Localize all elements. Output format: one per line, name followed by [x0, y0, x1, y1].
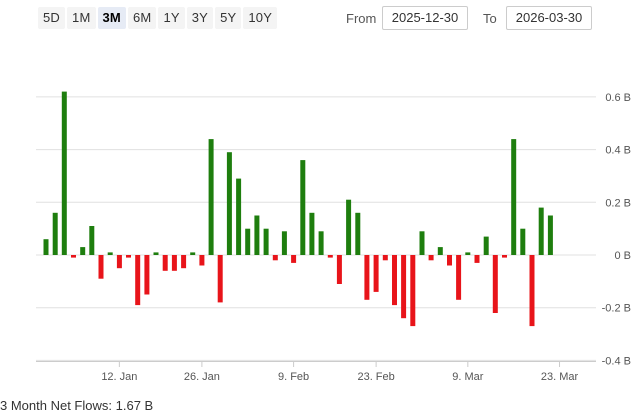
flow-bar	[43, 239, 49, 255]
x-tick-label: 9. Feb	[278, 371, 309, 383]
y-tick-label: -0.4 B	[602, 355, 631, 367]
flow-bar	[502, 255, 507, 258]
net-flows-label: 3 Month Net Flows:	[0, 398, 112, 413]
flow-bar	[511, 139, 517, 255]
flow-bar	[281, 231, 287, 255]
flow-bar	[116, 255, 122, 269]
flow-bar	[547, 215, 553, 255]
flow-bar	[89, 226, 95, 255]
flow-bar	[465, 252, 471, 255]
flow-bar	[272, 255, 278, 261]
flow-bar	[318, 231, 324, 255]
flow-bar	[300, 160, 306, 255]
flow-bar	[208, 139, 214, 255]
flow-bar	[355, 212, 361, 255]
flow-bar	[153, 252, 159, 255]
flow-bar	[245, 228, 251, 255]
flow-bar	[428, 255, 434, 261]
y-tick-label: 0 B	[614, 250, 631, 262]
flow-bar	[410, 255, 416, 327]
x-tick-label: 23. Mar	[541, 371, 579, 383]
flow-bar	[126, 255, 131, 258]
flow-bar	[336, 255, 342, 284]
flow-bar	[373, 255, 379, 292]
flow-bar	[327, 255, 333, 258]
flow-bar	[254, 215, 260, 255]
flow-bar	[483, 236, 489, 255]
x-tick-label: 23. Feb	[357, 371, 394, 383]
flow-bar	[263, 228, 269, 255]
flow-bar	[529, 255, 535, 327]
flow-bar	[401, 255, 407, 319]
flow-bar	[236, 178, 242, 255]
y-tick-label: 0.2 B	[605, 197, 631, 209]
x-tick-label: 26. Jan	[184, 371, 220, 383]
flow-bar	[107, 252, 113, 255]
flow-bar	[437, 247, 443, 255]
flow-bar	[291, 255, 297, 263]
net-flows-summary: 3 Month Net Flows: 1.67 B	[0, 398, 153, 413]
flow-bar	[364, 255, 370, 300]
net-flows-chart: 0.6 B 0.4 B 0.2 B 0 B -0.2 B -0.4 B 12. Jan 26.…	[36, 91, 631, 383]
flow-bar	[538, 207, 544, 255]
flow-bar	[71, 255, 76, 258]
flow-bar	[171, 255, 177, 271]
flow-bar	[520, 228, 526, 255]
flow-bar	[144, 255, 150, 295]
y-tick-label: -0.2 B	[602, 303, 631, 315]
x-tick-label: 9. Mar	[452, 371, 484, 383]
flow-bar	[456, 255, 462, 300]
net-flows-value: 1.67 B	[115, 398, 154, 413]
flow-bar	[226, 152, 232, 255]
flow-bar	[474, 255, 480, 263]
flow-bar	[199, 255, 205, 266]
flow-bar	[52, 212, 58, 255]
flow-bar	[309, 212, 315, 255]
flow-bar	[419, 231, 425, 255]
flow-bar	[392, 255, 397, 306]
x-tick-label: 12. Jan	[101, 371, 137, 383]
flow-bar	[447, 255, 452, 266]
flow-bar	[492, 255, 498, 313]
y-tick-label: 0.4 B	[605, 145, 631, 157]
flow-bar	[80, 247, 86, 255]
flow-bar	[162, 255, 168, 271]
flow-bar	[135, 255, 141, 306]
flow-bar	[181, 255, 187, 269]
flow-bar	[98, 255, 104, 279]
flow-bar	[190, 252, 196, 255]
flow-bar	[346, 199, 352, 255]
flow-bar	[382, 255, 388, 261]
flow-bar	[217, 255, 223, 303]
flow-bar	[61, 91, 67, 255]
y-tick-label: 0.6 B	[605, 92, 631, 104]
